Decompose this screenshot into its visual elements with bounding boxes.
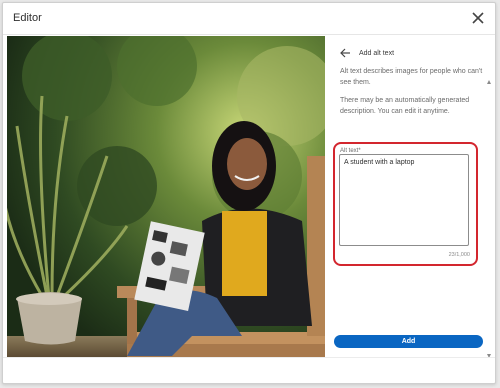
- add-button[interactable]: Add: [334, 335, 483, 348]
- scroll-up-icon[interactable]: [487, 80, 491, 84]
- panel-description-secondary: There may be an automatically generated …: [340, 97, 470, 115]
- panel-header: Add alt text: [339, 46, 394, 60]
- panel-title: Add alt text: [359, 49, 395, 57]
- photo-preview: [7, 36, 325, 357]
- arrow-left-icon[interactable]: [339, 47, 351, 59]
- photo-image: [7, 36, 325, 357]
- dialog-title: Editor: [13, 12, 42, 24]
- character-counter: 23/1,000: [448, 252, 470, 258]
- close-icon[interactable]: [469, 9, 487, 27]
- dialog-header: Editor: [3, 3, 495, 35]
- alt-text-input[interactable]: A student with a laptop: [339, 154, 469, 246]
- panel-description: Alt text describes images for people who…: [340, 68, 483, 86]
- footer-divider: [3, 357, 495, 358]
- editor-dialog: Editor Add alt text Alt text describes i…: [2, 2, 496, 384]
